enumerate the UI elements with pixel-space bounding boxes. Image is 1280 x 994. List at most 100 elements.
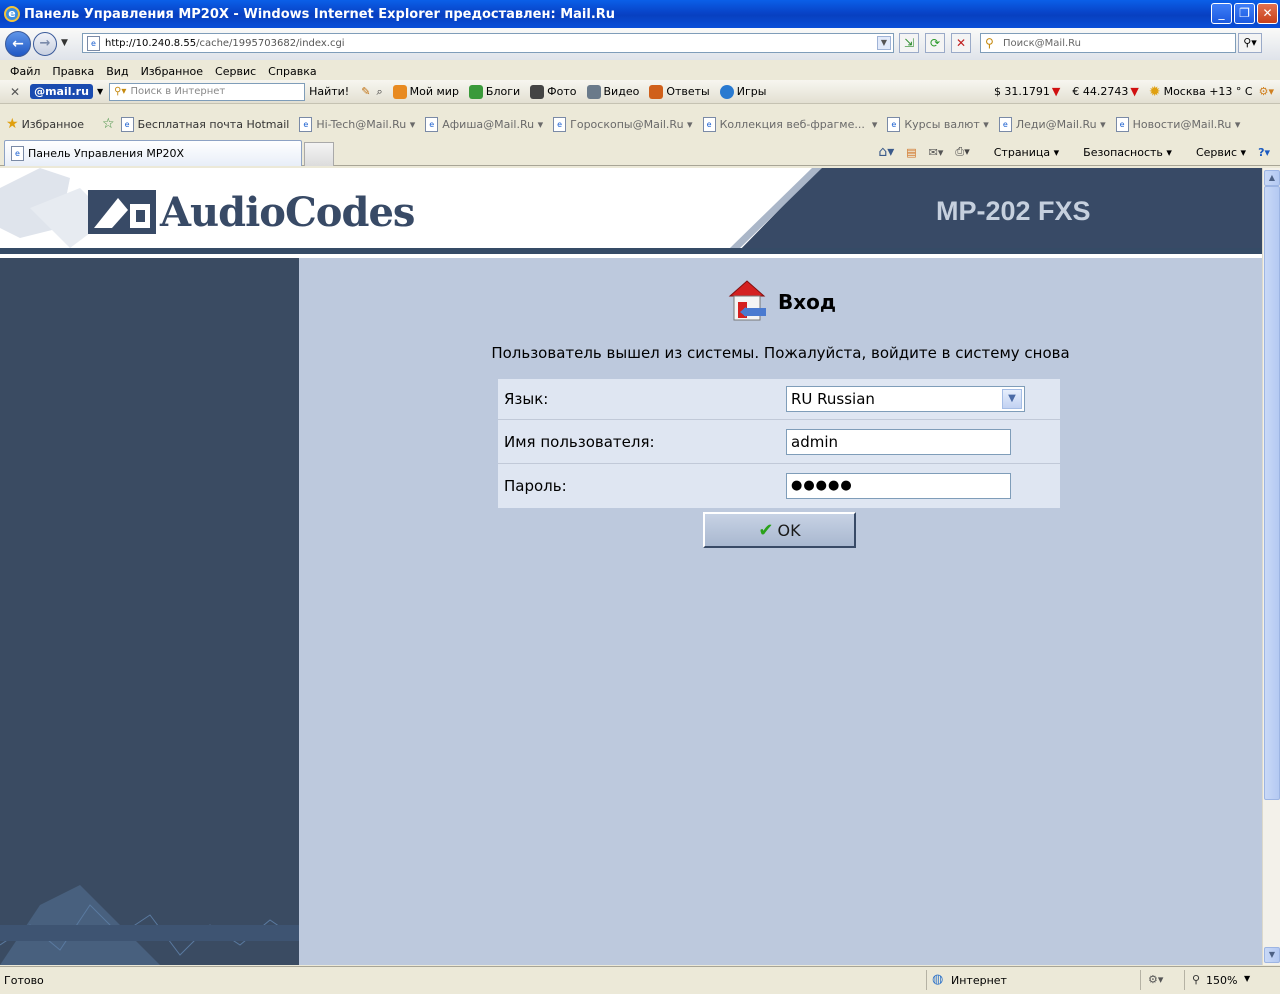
menu-view[interactable]: Вид [106,65,128,78]
page-content: AudioCodes MP-202 FXS Вход Пользователь … [0,168,1262,965]
home-icon[interactable]: ⌂▾ [878,144,894,160]
maximize-button[interactable]: ❐ [1234,3,1255,24]
search-input[interactable]: ⚲ Поиск@Mail.Ru [980,33,1236,53]
find-button[interactable]: Найти! [309,85,349,98]
fav-news-label: Новости@Mail.Ru [1132,117,1232,131]
fav-lady-label: Леди@Mail.Ru [1015,117,1097,131]
settings-icon[interactable]: ⚙▾ [1259,85,1274,98]
tools-menu[interactable]: Сервис ▾ [1184,146,1246,159]
answers-link[interactable]: Ответы [649,84,710,99]
usd-rate[interactable]: $ 31.1791 [994,85,1050,98]
internet-search-input[interactable]: ⚲▾ Поиск в Интернет [109,82,306,101]
logout-message: Пользователь вышел из системы. Пожалуйст… [491,344,1070,362]
close-toolbar-icon[interactable]: ✕ [10,85,20,99]
fav-news[interactable]: e Новости@Mail.Ru ▾ [1115,116,1240,132]
fav-hitech[interactable]: e Hi-Tech@Mail.Ru ▾ [299,116,415,132]
zoom-level[interactable]: 150% [1206,974,1237,987]
language-select[interactable]: RU Russian ▼ [786,386,1025,412]
mail-icon[interactable]: ✉▾ [929,146,944,159]
answers-icon [649,84,664,99]
minimize-button[interactable]: _ [1211,3,1232,24]
weather-text[interactable]: Москва +13 ° C [1164,85,1253,98]
eur-rate[interactable]: € 44.2743 [1072,85,1128,98]
scrollbar-thumb[interactable] [1264,186,1280,800]
vertical-scrollbar[interactable]: ▲ ▼ [1262,168,1280,965]
video-icon [586,84,601,99]
fav-currency[interactable]: e Курсы валют ▾ [887,116,989,132]
sun-icon: ✹ [1148,83,1161,100]
zoom-icon[interactable]: ⚲ [1192,973,1200,986]
logo-dropdown-icon[interactable]: ▼ [97,87,103,96]
back-button[interactable]: ← [5,31,31,57]
page-icon: e [11,146,24,161]
scroll-down-arrow-icon[interactable]: ▼ [1264,947,1280,963]
page-icon: e [553,116,567,132]
command-bar: ⌂▾ ▤ ✉▾ ⎙▾ Страница ▾ Безопасность ▾ Сер… [866,142,1270,162]
tab-title: Панель Управления MP20X [28,147,184,160]
fav-horoscope[interactable]: e Гороскопы@Mail.Ru ▾ [553,116,693,132]
page-menu[interactable]: Страница ▾ [982,146,1059,159]
fav-hotmail[interactable]: e Бесплатная почта Hotmail [120,116,289,132]
forward-button[interactable]: → [33,32,57,56]
address-bar[interactable]: e http://10.240.8.55/cache/1995703682/in… [82,33,894,53]
favorites-button[interactable]: ★ Избранное [6,116,84,132]
globe-icon [719,84,734,99]
device-model: MP-202 FXS [936,196,1091,226]
tab-active[interactable]: e Панель Управления MP20X [4,140,302,166]
login-form: Язык: RU Russian ▼ Имя пользователя: adm… [498,379,1060,508]
close-window-button[interactable]: ✕ [1257,3,1278,24]
address-dropdown-icon[interactable]: ▼ [877,36,891,50]
menu-file[interactable]: Файл [10,65,40,78]
protected-mode-icon[interactable]: ⚙▾ [1148,973,1163,986]
username-field[interactable]: admin [786,429,1011,455]
menu-tools[interactable]: Сервис [215,65,256,78]
menu-edit[interactable]: Правка [52,65,94,78]
username-value: admin [791,433,838,451]
blogs-link[interactable]: Блоги [468,84,520,99]
ok-button[interactable]: ✔ OK [703,512,856,548]
fav-webslices[interactable]: e Коллекция веб-фрагме... ▾ [702,116,877,132]
search-icon[interactable]: ⚲▾ [1238,33,1262,53]
fav-webslices-label: Коллекция веб-фрагме... [719,117,865,131]
page-icon: e [887,116,901,132]
password-field[interactable]: ●●●●● [786,473,1011,499]
games-link[interactable]: Игры [719,84,766,99]
photo-link[interactable]: Фото [530,84,577,99]
fav-lady[interactable]: e Леди@Mail.Ru ▾ [998,116,1106,132]
page-icon: e [998,116,1012,132]
compatibility-icon[interactable]: ⇲ [899,33,919,53]
page-icon: e [87,36,100,51]
menu-favorites[interactable]: Избранное [141,65,203,78]
security-zone[interactable]: Интернет [951,974,1007,987]
add-favorite-icon[interactable]: ☆ [102,116,115,132]
mailru-logo[interactable]: @mail.ru [30,84,93,99]
security-menu[interactable]: Безопасность ▾ [1071,146,1172,159]
zoom-dropdown-icon[interactable]: ▼ [1244,974,1250,983]
stop-icon[interactable]: ✕ [951,33,971,53]
new-tab-button[interactable] [304,142,334,166]
moymir-label: Мой мир [409,85,459,98]
address-host: http://10.240.8.55 [105,37,197,49]
page-icon: e [702,116,716,132]
video-link[interactable]: Видео [586,84,639,99]
chevron-down-icon[interactable]: ▼ [1002,389,1022,409]
menu-help[interactable]: Справка [268,65,316,78]
rss-icon[interactable]: ▤ [906,146,916,159]
history-dropdown-icon[interactable]: ▼ [61,38,68,48]
print-icon[interactable]: ⎙▾ [955,145,969,159]
address-path: /cache/1995703682/index.cgi [196,37,345,49]
page-icon: e [1115,116,1129,132]
help-icon[interactable]: ?▾ [1258,146,1270,159]
moymir-icon [392,84,407,99]
page-icon: e [425,116,439,132]
left-sidebar [0,258,299,965]
status-bar: Готово ◍ Интернет ⚙▾ ⚲ 150% ▼ [0,966,1280,994]
refresh-icon[interactable]: ⟳ [925,33,945,53]
down-arrow-icon: ▼ [1051,85,1061,98]
scroll-up-arrow-icon[interactable]: ▲ [1264,170,1280,186]
find-on-page-icon[interactable]: ⌕ [376,85,382,99]
fav-afisha[interactable]: e Афиша@Mail.Ru ▾ [425,116,543,132]
internet-search-placeholder: Поиск в Интернет [130,86,226,97]
highlight-icon[interactable]: ✎ [361,85,370,98]
moymir-link[interactable]: Мой мир [392,84,459,99]
